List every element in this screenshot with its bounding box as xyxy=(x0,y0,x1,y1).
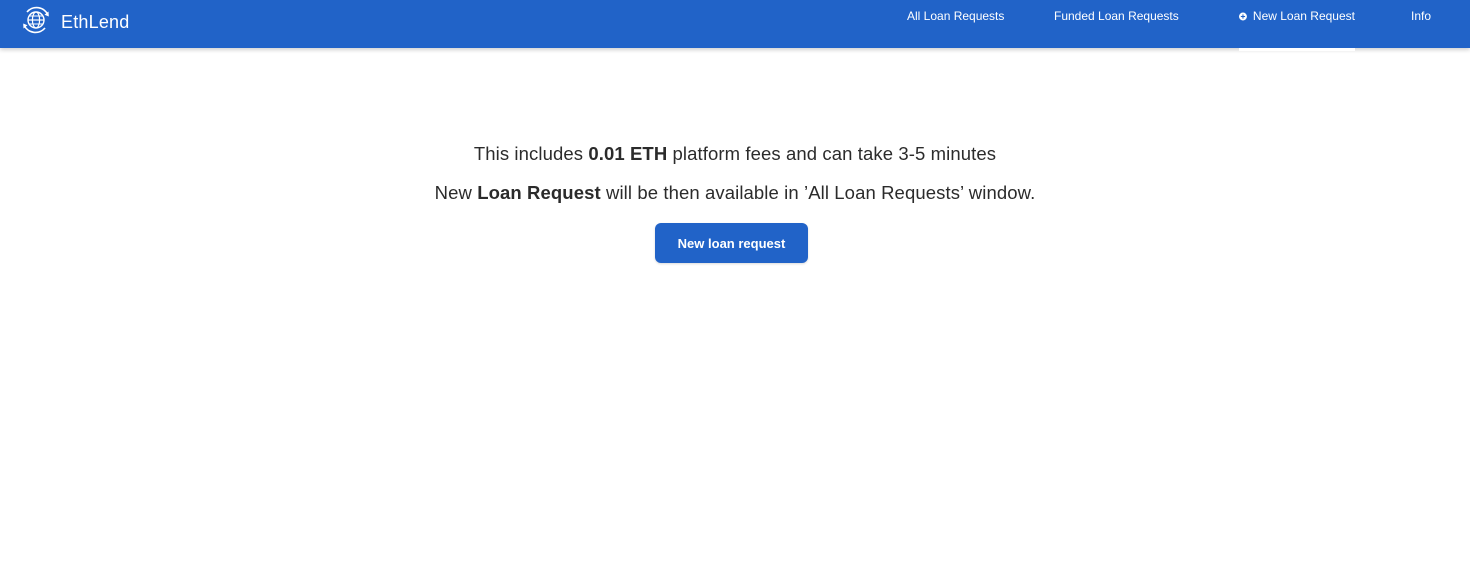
availability-prefix: New xyxy=(434,182,478,203)
nav-info[interactable]: Info xyxy=(1411,0,1431,48)
availability-notice: New Loan Request will be then available … xyxy=(0,182,1470,204)
top-navbar: EthLend All Loan Requests Funded Loan Re… xyxy=(0,0,1470,51)
main-nav: All Loan Requests Funded Loan Requests N… xyxy=(0,0,1470,51)
nav-label: New Loan Request xyxy=(1252,9,1355,23)
availability-suffix: will be then available in ’All Loan Requ… xyxy=(600,182,1036,203)
availability-bold: Loan Request xyxy=(477,182,601,203)
fee-notice-suffix: platform fees and can take 3-5 minutes xyxy=(667,143,997,164)
new-loan-request-button[interactable]: New loan request xyxy=(655,223,808,263)
nav-new-loan-request[interactable]: New Loan Request xyxy=(1239,0,1355,51)
fee-notice-prefix: This includes xyxy=(473,143,589,164)
nav-funded-loan-requests[interactable]: Funded Loan Requests xyxy=(1054,0,1179,48)
nav-label: Funded Loan Requests xyxy=(1054,9,1179,23)
plus-circle-icon xyxy=(1239,12,1247,20)
fee-amount: 0.01 ETH xyxy=(588,143,668,164)
active-tab-indicator xyxy=(1239,48,1355,51)
nav-all-loan-requests[interactable]: All Loan Requests xyxy=(907,0,1004,48)
nav-label: All Loan Requests xyxy=(907,9,1005,23)
fee-notice: This includes 0.01 ETH platform fees and… xyxy=(0,143,1470,165)
nav-label: Info xyxy=(1411,9,1432,23)
